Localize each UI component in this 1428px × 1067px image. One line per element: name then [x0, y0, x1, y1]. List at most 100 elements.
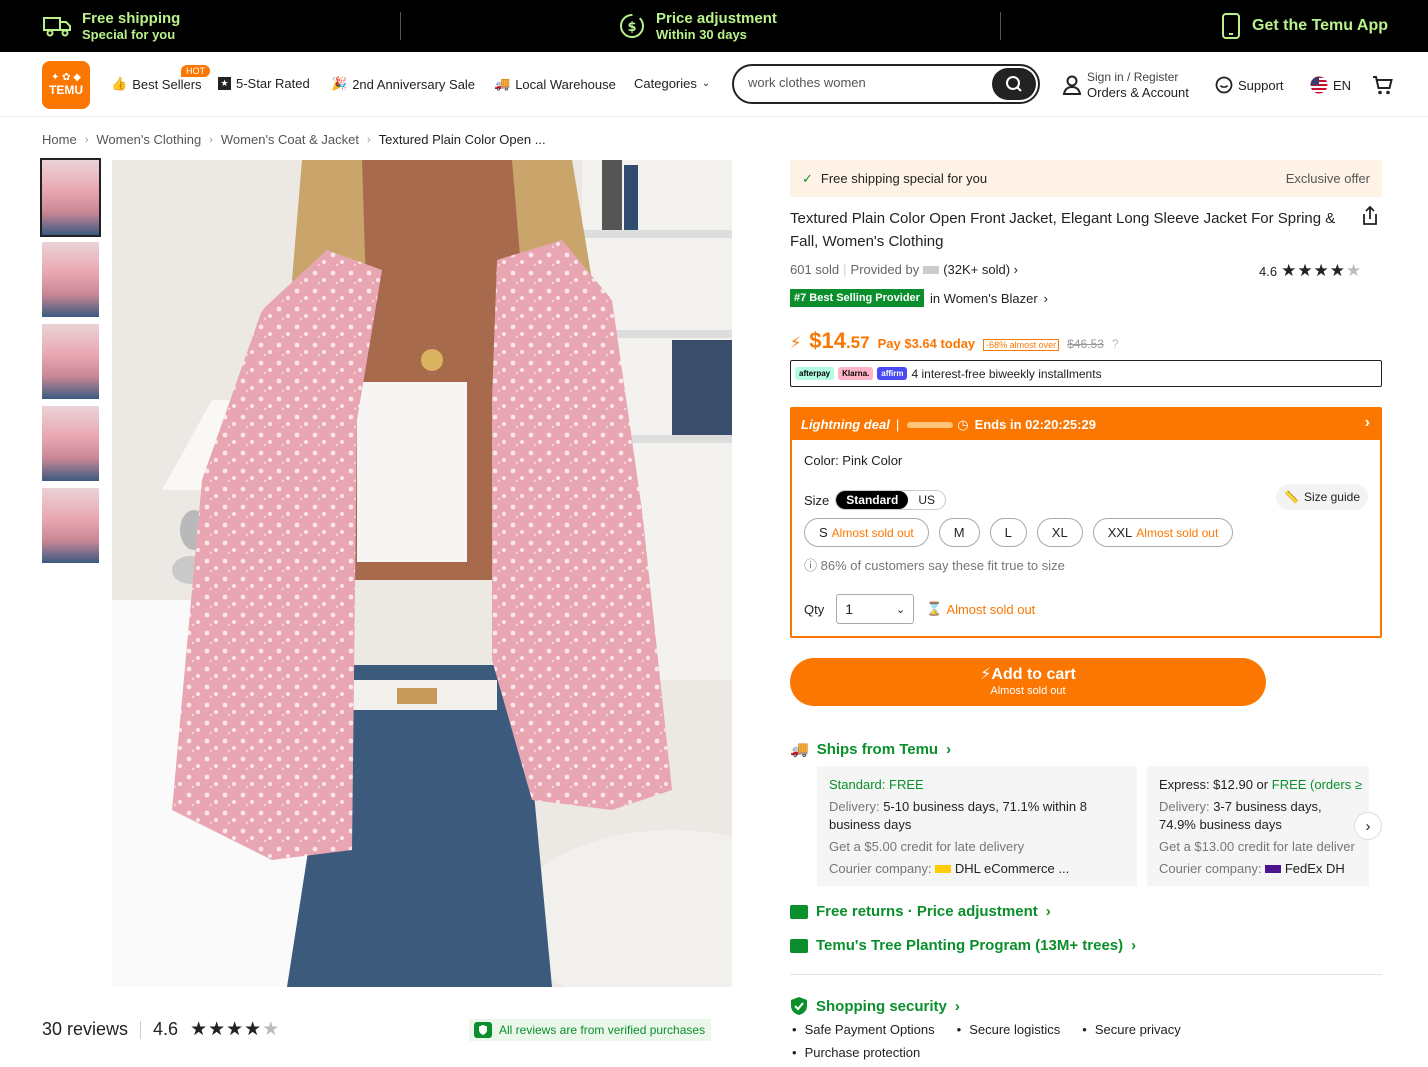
- thumbnail-4[interactable]: [42, 406, 99, 481]
- chevron-right-icon: ›: [946, 740, 952, 758]
- tree-label: Temu's Tree Planting Program (13M+ trees…: [816, 937, 1124, 954]
- best-seller-line[interactable]: #7 Best Selling Provider in Women's Blaz…: [790, 289, 1382, 307]
- nav-anniversary-sale[interactable]: 🎉 2nd Anniversary Sale: [331, 76, 475, 92]
- best-in-category: in Women's Blazer: [929, 290, 1038, 306]
- security-item: Secure logistics: [955, 1022, 1060, 1037]
- breadcrumb: Home › Women's Clothing › Women's Coat &…: [42, 132, 546, 147]
- size-system-toggle[interactable]: Standard US: [835, 490, 946, 510]
- add-to-cart-button[interactable]: ⚡Add to cart Almost sold out: [790, 658, 1266, 706]
- shopping-security-link[interactable]: Shopping security ›: [790, 996, 960, 1016]
- size-system-us[interactable]: US: [908, 491, 945, 509]
- express-label: Express: $12.90 or: [1159, 777, 1269, 792]
- search-box: [732, 64, 1040, 104]
- size-label: XL: [1051, 525, 1068, 540]
- cart-link[interactable]: [1372, 74, 1394, 96]
- temu-logo[interactable]: ✦ ✿ ◆ TEMU: [42, 61, 90, 109]
- afterpay-logo: afterpay: [795, 367, 835, 380]
- size-option-m[interactable]: M: [938, 518, 980, 547]
- size-row: Size Standard US: [804, 490, 946, 510]
- product-rating[interactable]: 4.6 ★★★★★: [1259, 261, 1362, 281]
- original-price: $46.53: [1067, 337, 1104, 351]
- size-label: L: [1004, 525, 1012, 540]
- fit-note-text: 86% of customers say these fit true to s…: [820, 558, 1065, 573]
- sign-in-label: Sign in / Register: [1087, 70, 1179, 84]
- express-free-note: FREE (orders ≥: [1271, 777, 1362, 792]
- size-option-xl[interactable]: XL: [1036, 518, 1083, 547]
- nav-five-star[interactable]: ★ 5-Star Rated: [218, 76, 310, 91]
- breadcrumb-coat-jacket[interactable]: Women's Coat & Jacket: [221, 132, 359, 147]
- search-input[interactable]: [748, 75, 988, 90]
- add-to-cart-label: Add to cart: [991, 666, 1076, 683]
- thumbnail-1[interactable]: [40, 158, 101, 237]
- tree-planting-link[interactable]: Temu's Tree Planting Program (13M+ trees…: [790, 937, 1136, 954]
- chevron-right-icon: ›: [1365, 817, 1371, 835]
- size-label: M: [953, 525, 965, 540]
- standard-credit: Get a $5.00 credit for late delivery: [829, 839, 1025, 854]
- shield-check-icon: [791, 997, 807, 1015]
- nav-best-sellers[interactable]: 👍 Best Sellers: [111, 76, 202, 92]
- size-option-l[interactable]: L: [989, 518, 1027, 547]
- size-option-s[interactable]: S Almost sold out: [804, 518, 929, 547]
- size-option-xxl[interactable]: XXL Almost sold out: [1092, 518, 1234, 547]
- get-app-promo[interactable]: Get the Temu App: [1220, 0, 1388, 52]
- free-shipping-title: Free shipping: [82, 9, 181, 27]
- thumbnail-2[interactable]: [42, 242, 99, 317]
- lightning-deal-header[interactable]: Lightning deal | ◷ Ends in 02:20:25:29 ›: [792, 409, 1380, 440]
- free-shipping-text: Free shipping special for you: [820, 171, 988, 186]
- review-count[interactable]: 30 reviews: [42, 1019, 128, 1040]
- phone-icon: [1222, 13, 1240, 39]
- breadcrumb-home[interactable]: Home: [42, 132, 77, 147]
- express-shipping-card[interactable]: Express: $12.90 or FREE (orders ≥ Delive…: [1147, 766, 1369, 886]
- price-adjust-sub: Within 30 days: [656, 26, 747, 42]
- shipping-next-button[interactable]: ›: [1354, 812, 1382, 840]
- thumbnail-3[interactable]: [42, 324, 99, 399]
- verified-purchases-badge: All reviews are from verified purchases: [469, 1019, 712, 1041]
- free-shipping-bar: ✓ Free shipping special for you Exclusiv…: [790, 160, 1382, 197]
- nav-categories[interactable]: Categories ⌄: [634, 76, 710, 91]
- account-menu[interactable]: Sign in / Register Orders & Account: [1062, 70, 1189, 100]
- info-icon: ⓘ: [804, 558, 818, 573]
- standard-shipping-card[interactable]: Standard: FREE Delivery: 5-10 business d…: [817, 766, 1137, 886]
- thumbnail-5[interactable]: [42, 488, 99, 563]
- info-icon[interactable]: ?: [1112, 337, 1119, 351]
- thumbnail-list: [40, 158, 101, 570]
- breadcrumb-womens-clothing[interactable]: Women's Clothing: [96, 132, 201, 147]
- price-adjust-promo[interactable]: $ Price adjustment Within 30 days: [618, 0, 777, 52]
- search-button[interactable]: [992, 68, 1036, 100]
- product-main-image[interactable]: [112, 160, 732, 987]
- quantity-row: Qty 1 ⌄ ⌛ Almost sold out: [804, 594, 1035, 624]
- support-link[interactable]: Support: [1215, 76, 1284, 94]
- clock-icon: ◷: [957, 416, 969, 432]
- exclusive-offer-label: Exclusive offer: [1285, 171, 1370, 186]
- courier-label: Courier company:: [1159, 861, 1262, 876]
- price-adjust-title: Price adjustment: [656, 9, 777, 27]
- affirm-logo: affirm: [877, 367, 908, 380]
- pay-today: Pay $3.64 today: [877, 336, 976, 351]
- free-returns-link[interactable]: Free returns · Price adjustment ›: [790, 903, 1051, 920]
- nav-local-warehouse[interactable]: 🚚 Local Warehouse: [494, 76, 616, 92]
- ships-from-temu-link[interactable]: 🚚 Ships from Temu ›: [790, 740, 952, 759]
- deal-countdown: Ends in 02:20:25:29: [974, 417, 1096, 432]
- warehouse-truck-icon: 🚚: [494, 76, 511, 91]
- nav-label: Local Warehouse: [515, 76, 616, 92]
- pipe-divider: |: [843, 262, 847, 277]
- nav-label: Best Sellers: [132, 76, 202, 92]
- size-system-standard[interactable]: Standard: [836, 491, 909, 509]
- security-item: Safe Payment Options: [790, 1022, 935, 1037]
- product-photo: [112, 160, 732, 987]
- language-selector[interactable]: EN: [1310, 76, 1351, 94]
- share-button[interactable]: [1360, 205, 1380, 230]
- price-dollars: $14: [809, 328, 846, 353]
- installments-bar[interactable]: afterpay Klarna. affirm 4 interest-free …: [790, 360, 1382, 387]
- star-rating-icon: ★★★★★: [1281, 261, 1363, 280]
- quantity-select[interactable]: 1 ⌄: [836, 594, 915, 624]
- provider-link[interactable]: (32K+ sold) ›: [943, 262, 1018, 277]
- logo-text: TEMU: [49, 83, 83, 97]
- free-shipping-promo[interactable]: Free shipping Special for you: [42, 0, 180, 52]
- color-label: Color: Pink Color: [804, 453, 903, 468]
- size-guide-button[interactable]: 📏 Size guide: [1276, 484, 1368, 510]
- price-cents: .57: [845, 333, 870, 352]
- size-label: XXL: [1107, 525, 1133, 540]
- chevron-down-icon: ⌄: [701, 78, 711, 89]
- qty-stock-note: ⌛ Almost sold out: [926, 601, 1035, 617]
